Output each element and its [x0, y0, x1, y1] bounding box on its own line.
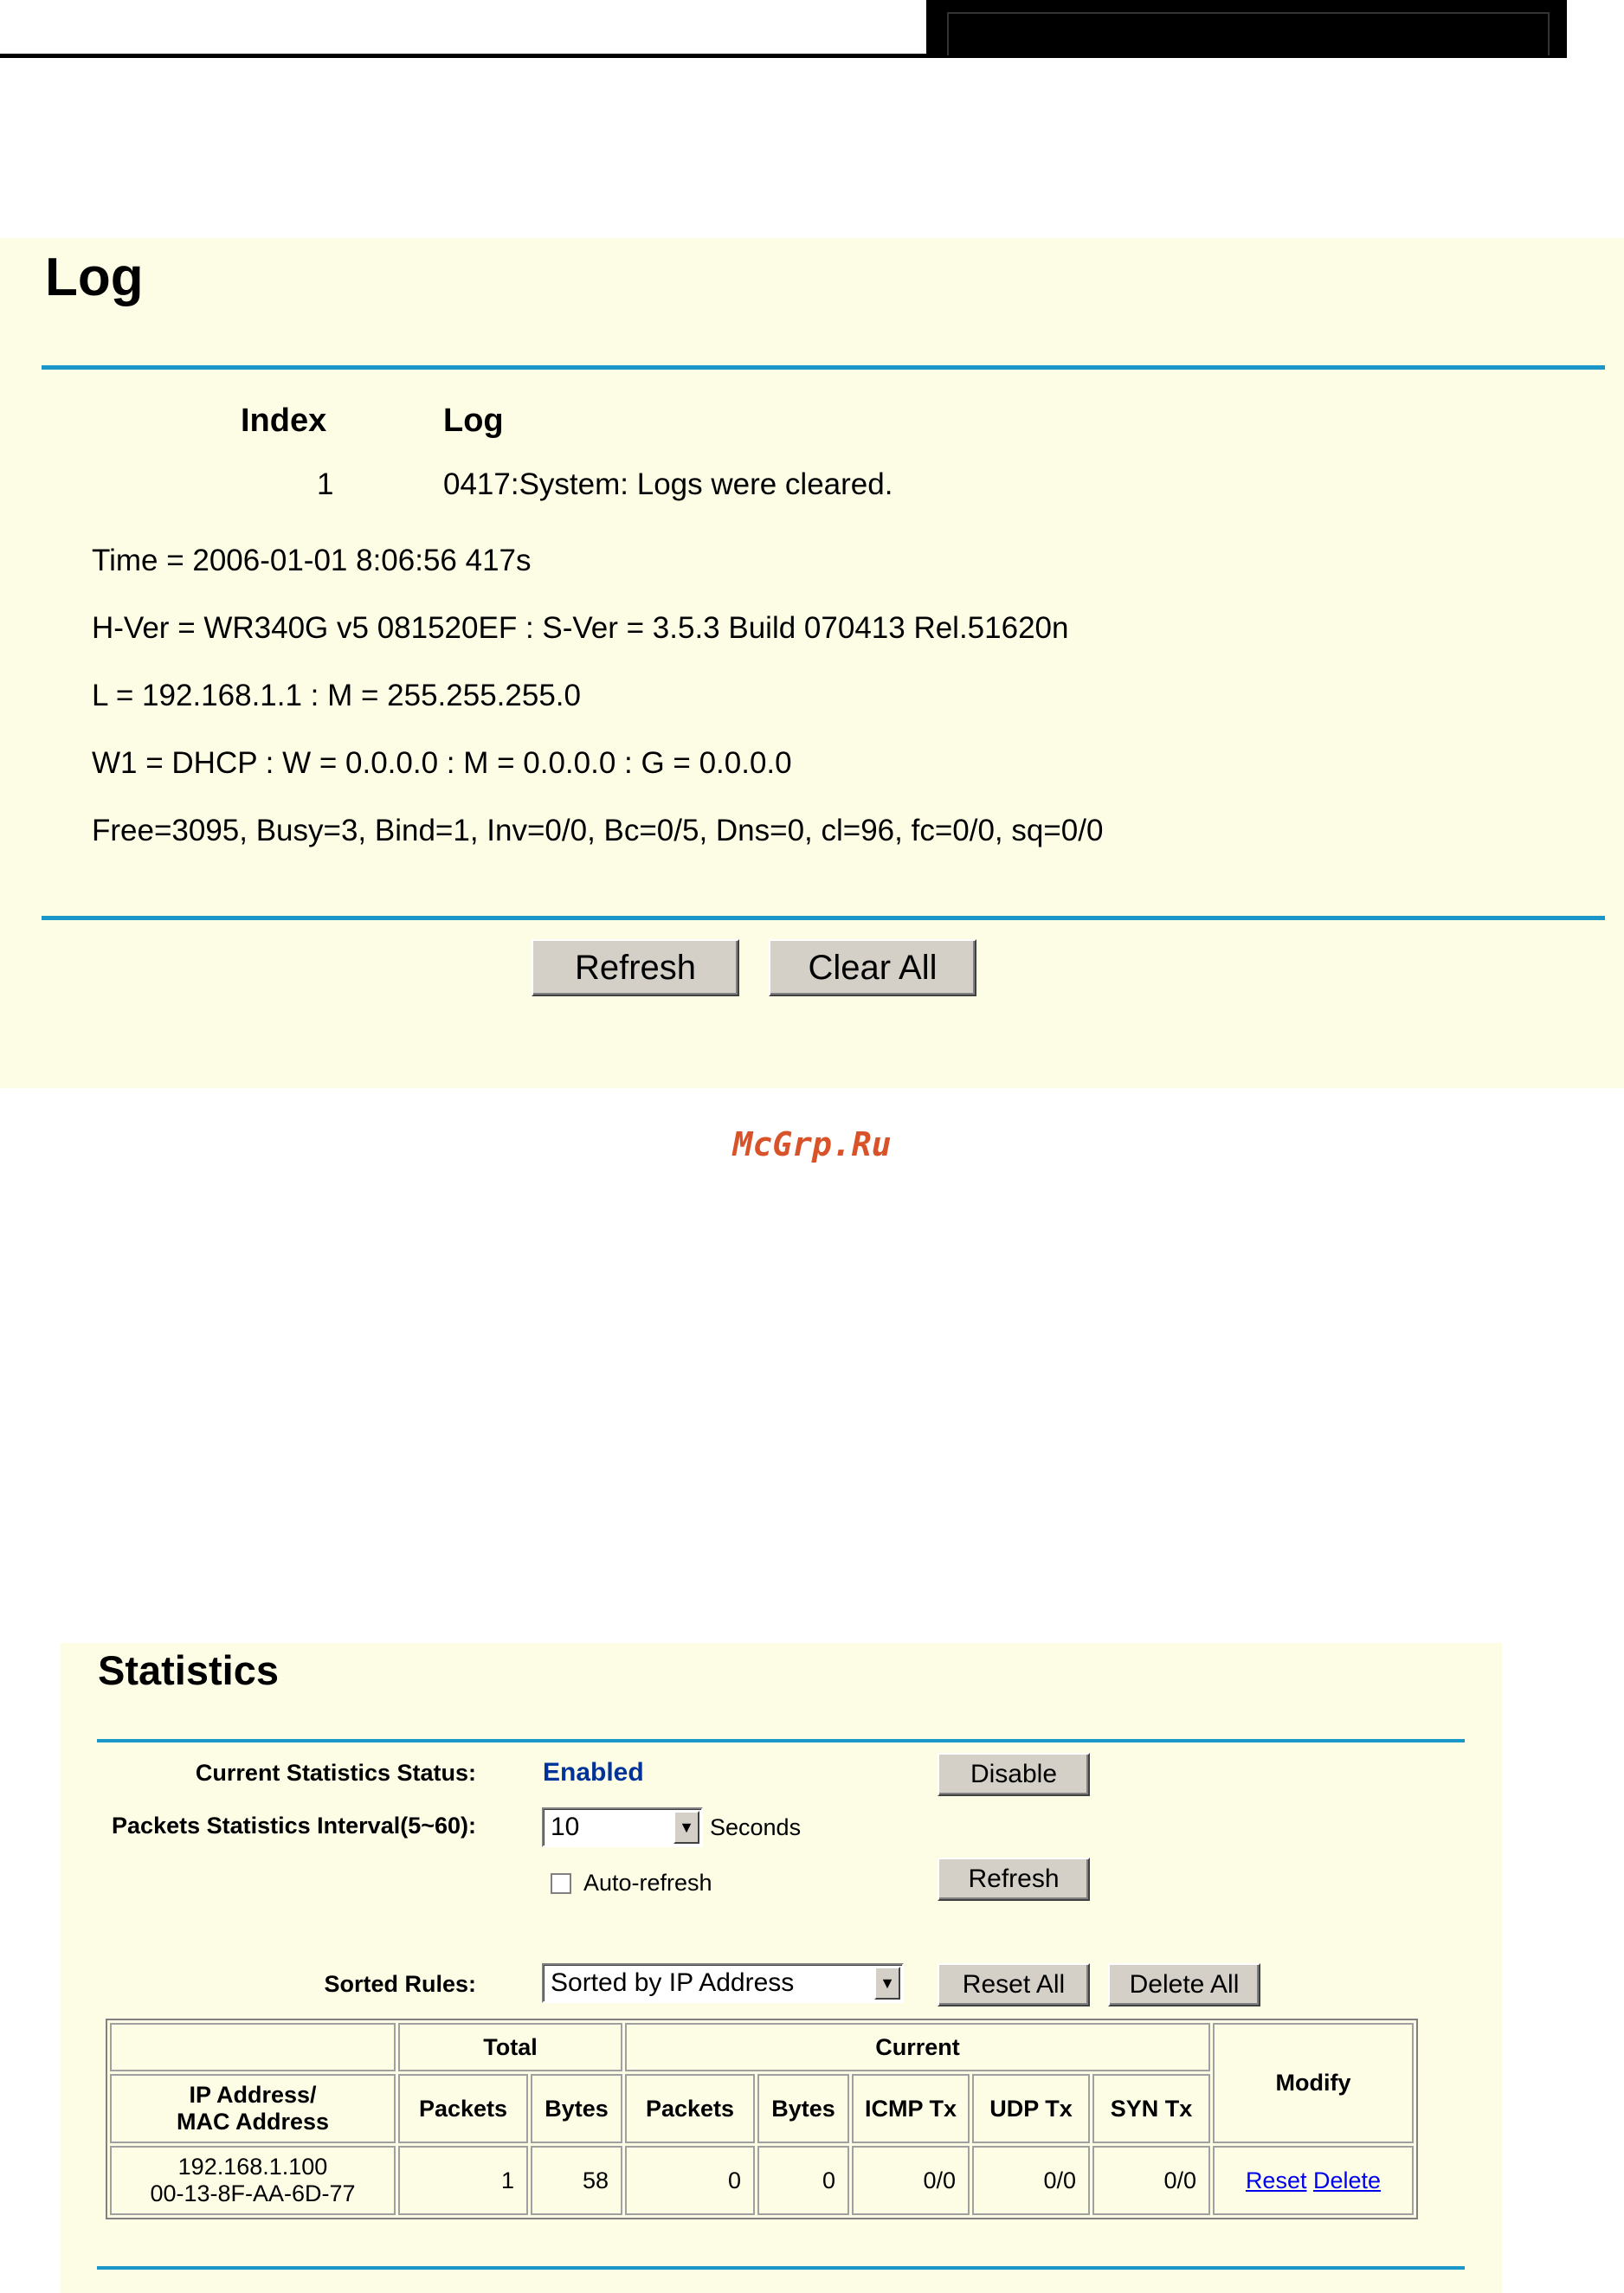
table-row: 192.168.1.100 00-13-8F-AA-6D-77 1 58 0 0… [110, 2146, 1414, 2215]
delete-all-button[interactable]: Delete All [1108, 1963, 1260, 2006]
statistics-title: Statistics [98, 1647, 279, 1693]
auto-refresh[interactable]: Auto-refresh [551, 1870, 712, 1897]
table-cell-mac: 00-13-8F-AA-6D-77 [150, 2180, 356, 2206]
log-info-time: Time = 2006-01-01 8:06:56 417s [92, 544, 532, 577]
log-info-version: H-Ver = WR340G v5 081520EF : S-Ver = 3.5… [92, 611, 1069, 645]
statistics-refresh-button[interactable]: Refresh [938, 1858, 1090, 1901]
table-header-current-packets: Packets [625, 2074, 755, 2143]
disable-button[interactable]: Disable [938, 1753, 1090, 1796]
log-entry-text: 0417:System: Logs were cleared. [443, 467, 893, 501]
log-title: Log [45, 248, 144, 307]
log-info-lan: L = 192.168.1.1 : M = 255.255.255.0 [92, 679, 581, 712]
statistics-divider-bottom [97, 2266, 1465, 2270]
table-group-total: Total [398, 2023, 622, 2071]
log-entry-index: 1 [317, 467, 334, 501]
table-cell-current-bytes: 0 [757, 2146, 849, 2215]
table-header-mac: MAC Address [176, 2109, 330, 2135]
table-header-bytes: Bytes [531, 2074, 622, 2143]
chevron-down-icon[interactable]: ▼ [874, 1967, 900, 2000]
row-reset-link[interactable]: Reset [1246, 2167, 1307, 2193]
auto-refresh-checkbox[interactable] [551, 1872, 571, 1894]
status-value: Enabled [543, 1758, 644, 1787]
table-header-icmp-tx: ICMP Tx [852, 2074, 970, 2143]
table-cell-modify: Reset Delete [1213, 2146, 1414, 2215]
log-clear-all-button[interactable]: Clear All [769, 939, 976, 996]
interval-select[interactable]: 10 ▼ [542, 1807, 703, 1847]
table-header-ip-mac: IP Address/ MAC Address [110, 2074, 396, 2143]
table-cell-udp-tx: 0/0 [972, 2146, 1090, 2215]
interval-unit: Seconds [710, 1814, 802, 1840]
log-col-log: Log [443, 403, 504, 439]
log-info-stats: Free=3095, Busy=3, Bind=1, Inv=0/0, Bc=0… [92, 814, 1104, 847]
log-refresh-button[interactable]: Refresh [532, 939, 739, 996]
log-col-index: Index [241, 403, 327, 439]
reset-all-button[interactable]: Reset All [938, 1963, 1090, 2006]
interval-select-value: 10 [551, 1813, 580, 1841]
table-cell-current-packets: 0 [625, 2146, 755, 2215]
sorted-rules-value: Sorted by IP Address [551, 1968, 795, 1997]
table-cell-packets: 1 [398, 2146, 528, 2215]
log-divider-bottom [42, 916, 1605, 920]
statistics-table: Total Current Modify IP Address/ MAC Add… [106, 2019, 1418, 2219]
table-header-current-bytes: Bytes [757, 2074, 849, 2143]
table-header-packets: Packets [398, 2074, 528, 2143]
sorted-rules-label: Sorted Rules: [324, 1971, 476, 1997]
table-cell-syn-tx: 0/0 [1092, 2146, 1210, 2215]
interval-label: Packets Statistics Interval(5~60): [112, 1813, 476, 1839]
statistics-divider-top [97, 1739, 1465, 1742]
table-cell-icmp-tx: 0/0 [852, 2146, 970, 2215]
table-header-ip: IP Address/ [189, 2082, 317, 2108]
row-delete-link[interactable]: Delete [1313, 2167, 1381, 2193]
header-block-frame [947, 12, 1550, 55]
status-label: Current Statistics Status: [195, 1760, 476, 1786]
table-cell-bytes: 58 [531, 2146, 622, 2215]
sorted-rules-select[interactable]: Sorted by IP Address ▼ [542, 1963, 904, 2003]
table-header-syn-tx: SYN Tx [1092, 2074, 1210, 2143]
auto-refresh-label: Auto-refresh [583, 1870, 712, 1896]
table-cell-ip: 192.168.1.100 [177, 2154, 328, 2180]
table-group-header: Total Current Modify [110, 2023, 1414, 2143]
table-header-blank [110, 2023, 396, 2071]
table-header-udp-tx: UDP Tx [972, 2074, 1090, 2143]
table-group-current: Current [625, 2023, 1210, 2071]
log-info-wan: W1 = DHCP : W = 0.0.0.0 : M = 0.0.0.0 : … [92, 746, 792, 780]
table-header-modify: Modify [1213, 2023, 1414, 2143]
table-cell-ip-mac: 192.168.1.100 00-13-8F-AA-6D-77 [110, 2146, 396, 2215]
chevron-down-icon[interactable]: ▼ [673, 1811, 699, 1844]
watermark: McGrp.Ru [732, 1125, 892, 1163]
log-divider-top [42, 365, 1605, 370]
